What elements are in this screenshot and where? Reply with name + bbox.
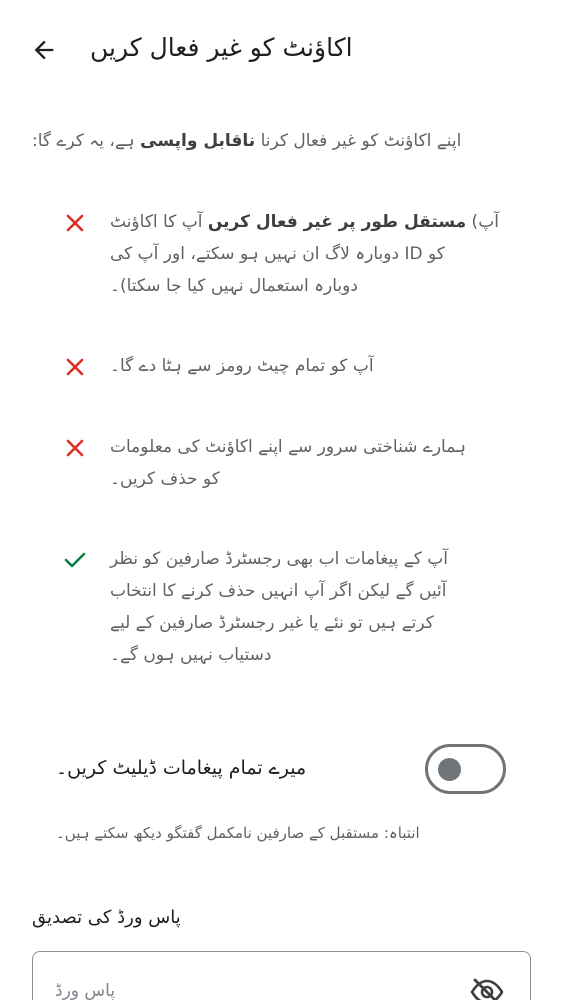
- check-icon: [62, 547, 88, 573]
- delete-messages-row: میرے تمام پیغامات ڈیلیٹ کریں۔: [0, 740, 562, 800]
- consequence-line: ہمارے شناختی سرور سے اپنے اکاؤنٹ کی معلو…: [110, 437, 467, 457]
- consequence-line-part: آپ): [466, 212, 499, 232]
- consequence-item: آپ) مستقل طور پر غیر فعال کریں آپ کا اکا…: [0, 206, 562, 306]
- consequence-line-part: آپ کا اکاؤنٹ: [110, 212, 208, 232]
- consequence-line: کو حذف کریں۔: [110, 469, 220, 489]
- password-label: پاس ورڈ کی تصدیق: [32, 907, 181, 928]
- consequence-line: دستیاب نہیں ہوں گے۔: [110, 645, 272, 665]
- consequence-text: آپ) مستقل طور پر غیر فعال کریں آپ کا اکا…: [110, 206, 510, 302]
- consequence-text: ہمارے شناختی سرور سے اپنے اکاؤنٹ کی معلو…: [110, 431, 510, 495]
- cross-icon: [62, 354, 88, 380]
- consequence-text: آپ کے پیغامات اب بھی رجسٹرڈ صارفین کو نظ…: [110, 543, 510, 671]
- back-button[interactable]: [22, 30, 66, 70]
- consequence-line: آپ کے پیغامات اب بھی رجسٹرڈ صارفین کو نظ…: [110, 549, 448, 569]
- intro-text: اپنے اکاؤنٹ کو غیر فعال کرنا ناقابل واپس…: [32, 124, 532, 158]
- delete-messages-label: میرے تمام پیغامات ڈیلیٹ کریں۔: [56, 757, 307, 779]
- consequence-text: آپ کو تمام چیٹ رومز سے ہٹا دے گا۔: [110, 350, 510, 382]
- cross-icon: [62, 210, 88, 236]
- intro-text-part: ہے، یہ کرے گا:: [32, 131, 141, 151]
- consequence-line: آئیں گے لیکن اگر آپ انہیں حذف کرنے کا ان…: [110, 581, 447, 601]
- switch-knob: [438, 758, 461, 781]
- consequence-item: آپ کو تمام چیٹ رومز سے ہٹا دے گا۔: [0, 350, 562, 390]
- deactivate-account-screen: اکاؤنٹ کو غیر فعال کریں اپنے اکاؤنٹ کو غ…: [0, 0, 562, 1000]
- intro-text-emphasis: ناقابل واپسی: [140, 131, 256, 151]
- intro-text-part: اپنے اکاؤنٹ کو غیر فعال کرنا: [255, 131, 462, 151]
- delete-messages-switch[interactable]: [425, 744, 506, 794]
- app-bar: اکاؤنٹ کو غیر فعال کریں: [0, 0, 562, 96]
- consequence-item: ہمارے شناختی سرور سے اپنے اکاؤنٹ کی معلو…: [0, 431, 562, 501]
- consequence-line: دوبارہ استعمال نہیں کیا جا سکتا)۔: [110, 276, 358, 296]
- arrow-back-icon: [34, 40, 54, 60]
- consequence-line: آپ) مستقل طور پر غیر فعال کریں آپ کا اکا…: [110, 206, 510, 238]
- page-title: اکاؤنٹ کو غیر فعال کریں: [90, 33, 353, 62]
- password-input[interactable]: [55, 976, 455, 1000]
- consequence-line-emphasis: مستقل طور پر غیر فعال کریں: [207, 212, 467, 232]
- consequence-line: کو ID دوبارہ لاگ ان نہیں ہو سکتے، اور آپ…: [110, 244, 445, 264]
- warning-text: انتباہ: مستقبل کے صارفین نامکمل گفتگو دی…: [56, 824, 420, 842]
- toggle-password-visibility-button[interactable]: [467, 974, 507, 1000]
- password-field: [32, 951, 531, 1000]
- eye-off-icon: [470, 978, 504, 1000]
- consequence-line: کرتے ہیں تو نئے یا غیر رجسٹرڈ صارفین کے …: [110, 613, 434, 633]
- consequence-item: آپ کے پیغامات اب بھی رجسٹرڈ صارفین کو نظ…: [0, 543, 562, 673]
- cross-icon: [62, 435, 88, 461]
- consequence-line: آپ کو تمام چیٹ رومز سے ہٹا دے گا۔: [110, 356, 374, 376]
